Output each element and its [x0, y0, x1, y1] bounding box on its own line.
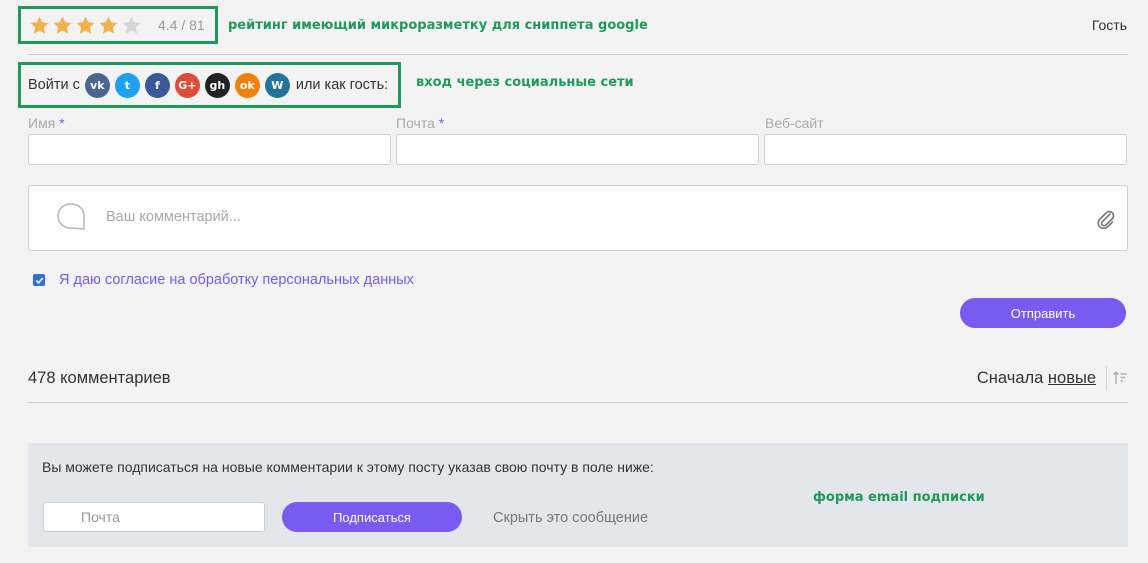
rating-stars[interactable]: [29, 15, 142, 36]
website-input[interactable]: [764, 134, 1127, 165]
header-divider: [28, 54, 1128, 55]
vk-icon[interactable]: vk: [84, 72, 110, 98]
name-input[interactable]: [28, 134, 391, 165]
guest-label[interactable]: Гость: [1092, 17, 1127, 33]
star-filled-icon[interactable]: [75, 15, 96, 36]
twitter-icon[interactable]: t: [114, 72, 140, 98]
star-empty-icon[interactable]: [121, 15, 142, 36]
rating-widget: 4.4 / 81: [18, 6, 218, 44]
login-prefix: Войти с: [28, 77, 80, 93]
sort-value-link[interactable]: новые: [1048, 369, 1096, 387]
hide-message-link[interactable]: Скрыть это сообщение: [493, 510, 648, 526]
subscribe-email-placeholder: Почта: [81, 509, 120, 525]
subscribe-email-input[interactable]: Почта: [43, 502, 265, 532]
submit-button[interactable]: Отправить: [960, 298, 1126, 328]
consent-checkbox[interactable]: [33, 274, 45, 286]
checkmark-icon: [35, 276, 43, 284]
name-label: Имя *: [28, 115, 65, 131]
social-login: Войти с vk t f G+ gh ok W или как гость:: [18, 62, 401, 108]
sort-prefix: Сначала: [976, 369, 1044, 387]
odnoklassniki-icon[interactable]: ok: [234, 72, 260, 98]
github-icon[interactable]: gh: [204, 72, 230, 98]
wordpress-icon[interactable]: W: [264, 72, 290, 98]
star-filled-icon[interactable]: [98, 15, 119, 36]
star-filled-icon[interactable]: [29, 15, 50, 36]
sort-divider: [1106, 366, 1107, 390]
paperclip-icon[interactable]: [1096, 208, 1116, 230]
login-suffix: или как гость:: [295, 77, 389, 93]
rating-annotation: рейтинг имеющий микроразметку для сниппе…: [228, 18, 648, 33]
subscribe-annotation: форма email подписки: [813, 490, 985, 505]
consent-label[interactable]: Я даю согласие на обработку персональных…: [59, 272, 414, 288]
login-annotation: вход через социальные сети: [416, 75, 634, 90]
email-input[interactable]: [396, 134, 759, 165]
subscribe-button[interactable]: Подписаться: [282, 502, 462, 532]
facebook-icon[interactable]: f: [144, 72, 170, 98]
sort-control[interactable]: Сначала новые: [977, 369, 1096, 388]
social-icons: vk t f G+ gh ok W: [84, 72, 290, 98]
comments-divider: [28, 402, 1128, 403]
star-filled-icon[interactable]: [52, 15, 73, 36]
google-icon[interactable]: G+: [174, 72, 200, 98]
comment-placeholder: Ваш комментарий...: [106, 209, 241, 225]
rating-text: 4.4 / 81: [158, 17, 205, 33]
comments-count: 478 комментариев: [28, 369, 171, 387]
subscribe-text: Вы можете подписаться на новые комментар…: [42, 459, 654, 475]
sort-icon[interactable]: [1112, 370, 1128, 386]
website-label: Веб-сайт: [765, 115, 824, 131]
speech-bubble-icon: [57, 203, 85, 230]
email-label: Почта *: [396, 115, 445, 131]
